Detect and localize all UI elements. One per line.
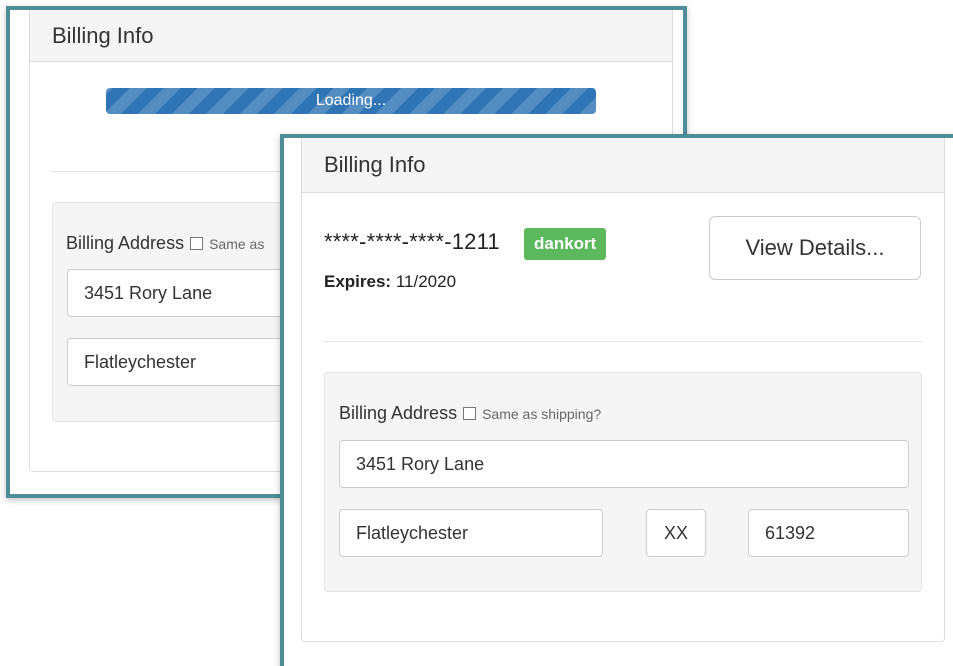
screenshot-stage: Billing Info Loading... Billing Address … — [0, 0, 953, 666]
loading-progress-bar: Loading... — [106, 88, 596, 114]
card-expiry: Expires: 11/2020 — [324, 272, 456, 292]
view-details-button[interactable]: View Details... — [709, 216, 921, 280]
progress-label: Loading... — [315, 92, 387, 109]
masked-card-number: ****-****-****-1211 — [324, 229, 500, 254]
billing-address-label: Billing Address — [339, 403, 458, 423]
billing-address-well: Billing Address Same as shipping? 3451 R… — [324, 372, 922, 592]
divider — [323, 341, 923, 342]
panel-title: Billing Info — [30, 10, 672, 62]
billing-address-label: Billing Address — [66, 233, 185, 253]
state-input[interactable]: XX — [646, 509, 706, 557]
panel-title: Billing Info — [302, 138, 944, 193]
same-as-shipping-checkbox[interactable] — [463, 407, 477, 420]
card-brand-badge: dankort — [524, 228, 607, 260]
same-as-shipping-label: Same as shipping? — [482, 405, 602, 422]
same-as-shipping-label: Same as — [209, 235, 265, 252]
billing-address-row: Billing Address Same as shipping? — [339, 403, 601, 424]
expires-value: 11/2020 — [395, 272, 457, 291]
billing-info-panel-front: Billing Info ****-****-****-1211 dankort… — [301, 138, 945, 642]
city-input[interactable]: Flatleychester — [339, 509, 603, 557]
billing-address-row: Billing Address Same as — [66, 233, 264, 254]
same-as-shipping-checkbox[interactable] — [190, 237, 204, 250]
expires-label: Expires: — [324, 272, 392, 291]
zip-input[interactable]: 61392 — [748, 509, 909, 557]
street-address-input[interactable]: 3451 Rory Lane — [339, 440, 909, 488]
front-window: Billing Info ****-****-****-1211 dankort… — [280, 134, 953, 666]
